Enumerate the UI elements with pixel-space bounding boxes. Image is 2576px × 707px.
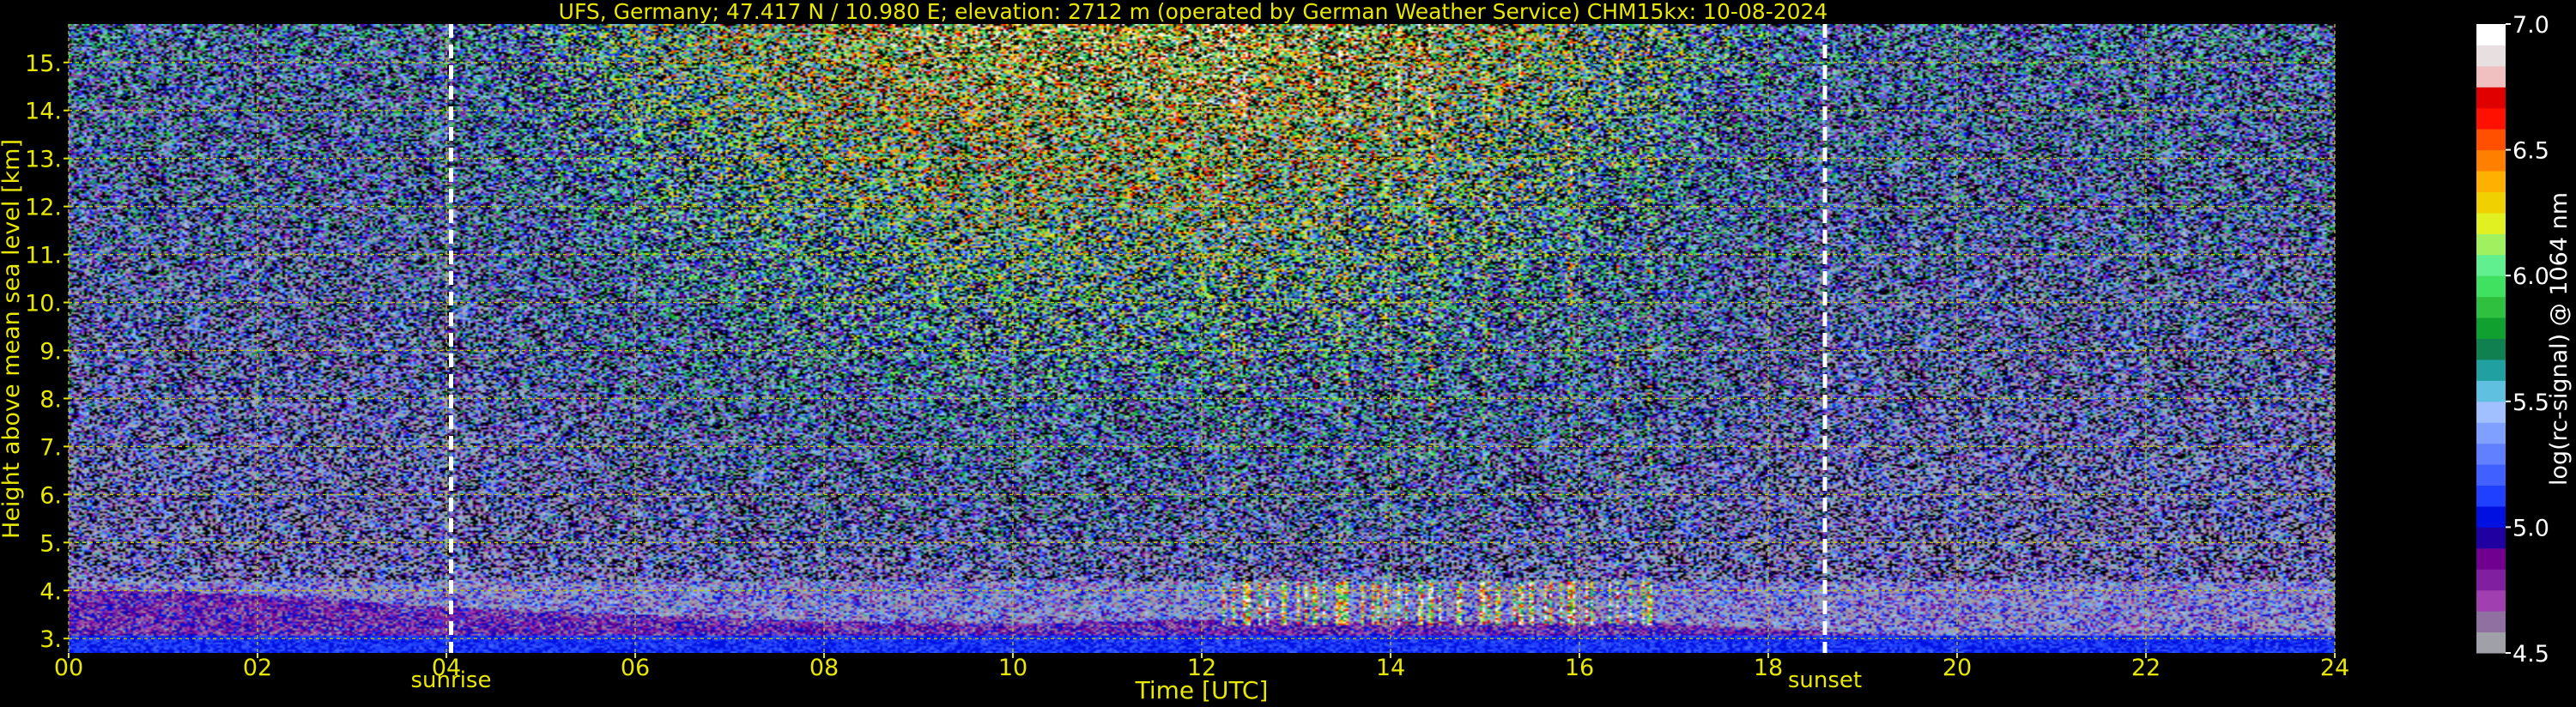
y-axis-ticks: 3. 4. 5. 6. 7. 8. 9. 10. 11. 12. 13. 14. 15. <box>25 51 69 653</box>
colorbar-swatch <box>2476 275 2506 298</box>
colorbar-swatch <box>2476 212 2506 234</box>
colorbar-swatch <box>2476 45 2506 67</box>
colorbar-swatch <box>2476 233 2506 256</box>
y-tick-label: 5. <box>39 530 62 557</box>
colorbar-swatch <box>2476 129 2506 151</box>
x-tick-label: 06 <box>621 655 650 681</box>
colorbar-tick-label: 5.5 <box>2512 390 2549 416</box>
x-tick-label: 00 <box>54 655 83 681</box>
ceilometer-chart: UFS, Germany; 47.417 N / 10.980 E; eleva… <box>0 0 2573 704</box>
y-tick-label: 11. <box>25 243 62 269</box>
y-tick-label: 15. <box>25 51 62 77</box>
marker-label-sunset: sunset <box>1788 668 1862 693</box>
colorbar <box>2476 24 2506 654</box>
colorbar-swatch <box>2476 505 2506 528</box>
y-tick-label: 9. <box>39 338 62 365</box>
x-tick-label: 04 <box>432 655 461 681</box>
colorbar-swatch <box>2476 254 2506 276</box>
colorbar-swatch <box>2476 149 2506 172</box>
x-tick-label: 24 <box>2320 655 2349 681</box>
y-tick-label: 8. <box>39 386 62 413</box>
colorbar-swatch <box>2476 24 2506 45</box>
colorbar-swatch <box>2476 359 2506 381</box>
colorbar-swatch <box>2476 296 2506 318</box>
colorbar-label: log(rc-signal) @ 1064 nm <box>2546 192 2573 486</box>
plot-area <box>69 24 2335 653</box>
colorbar-swatch <box>2476 485 2506 507</box>
colorbar-swatch <box>2476 464 2506 486</box>
colorbar-swatch <box>2476 107 2506 130</box>
y-tick-label: 7. <box>39 434 62 461</box>
y-axis-label: Height above mean sea level [km] <box>0 139 25 539</box>
y-tick-label: 10. <box>25 291 62 317</box>
x-axis-label: Time [UTC] <box>1135 676 1269 704</box>
x-tick-label: 18 <box>1754 655 1783 681</box>
colorbar-swatch <box>2476 547 2506 570</box>
x-tick-label: 08 <box>809 655 839 681</box>
colorbar-swatch <box>2476 171 2506 192</box>
y-tick-label: 12. <box>25 195 62 221</box>
colorbar-swatch <box>2476 317 2506 339</box>
backscatter-heatmap <box>69 24 2335 653</box>
colorbar-swatch <box>2476 569 2506 591</box>
colorbar-swatch <box>2476 422 2506 444</box>
chart-title: UFS, Germany; 47.417 N / 10.980 E; eleva… <box>559 0 1828 24</box>
colorbar-swatch <box>2476 87 2506 109</box>
colorbar-tick-label: 7.0 <box>2512 12 2549 39</box>
colorbar-swatch <box>2476 527 2506 549</box>
colorbar-swatch <box>2476 65 2506 88</box>
colorbar-tick-label: 6.5 <box>2512 138 2549 165</box>
colorbar-swatch <box>2476 443 2506 465</box>
y-tick-label: 3. <box>39 626 62 653</box>
x-tick-label: 10 <box>998 655 1027 681</box>
colorbar-swatch <box>2476 338 2506 360</box>
colorbar-swatch <box>2476 611 2506 633</box>
y-tick-label: 4. <box>39 578 62 605</box>
x-tick-label: 14 <box>1376 655 1405 681</box>
x-tick-label: 02 <box>243 655 272 681</box>
colorbar-swatch <box>2476 631 2506 654</box>
y-tick-label: 13. <box>25 147 62 173</box>
y-tick-label: 14. <box>25 99 62 125</box>
colorbar-swatch <box>2476 191 2506 214</box>
colorbar-swatch <box>2476 401 2506 423</box>
colorbar-swatch <box>2476 380 2506 402</box>
colorbar-tick-label: 4.5 <box>2512 641 2549 668</box>
colorbar-tick-label: 6.0 <box>2512 263 2549 290</box>
colorbar-swatch <box>2476 589 2506 612</box>
x-tick-label: 20 <box>1943 655 1972 681</box>
y-tick-label: 6. <box>39 482 62 509</box>
x-tick-label: 22 <box>2131 655 2161 681</box>
colorbar-tick-label: 5.0 <box>2512 515 2549 541</box>
colorbar-ticks: 4.5 5.0 5.5 6.0 6.5 7.0 <box>2506 12 2549 668</box>
x-tick-label: 16 <box>1565 655 1594 681</box>
